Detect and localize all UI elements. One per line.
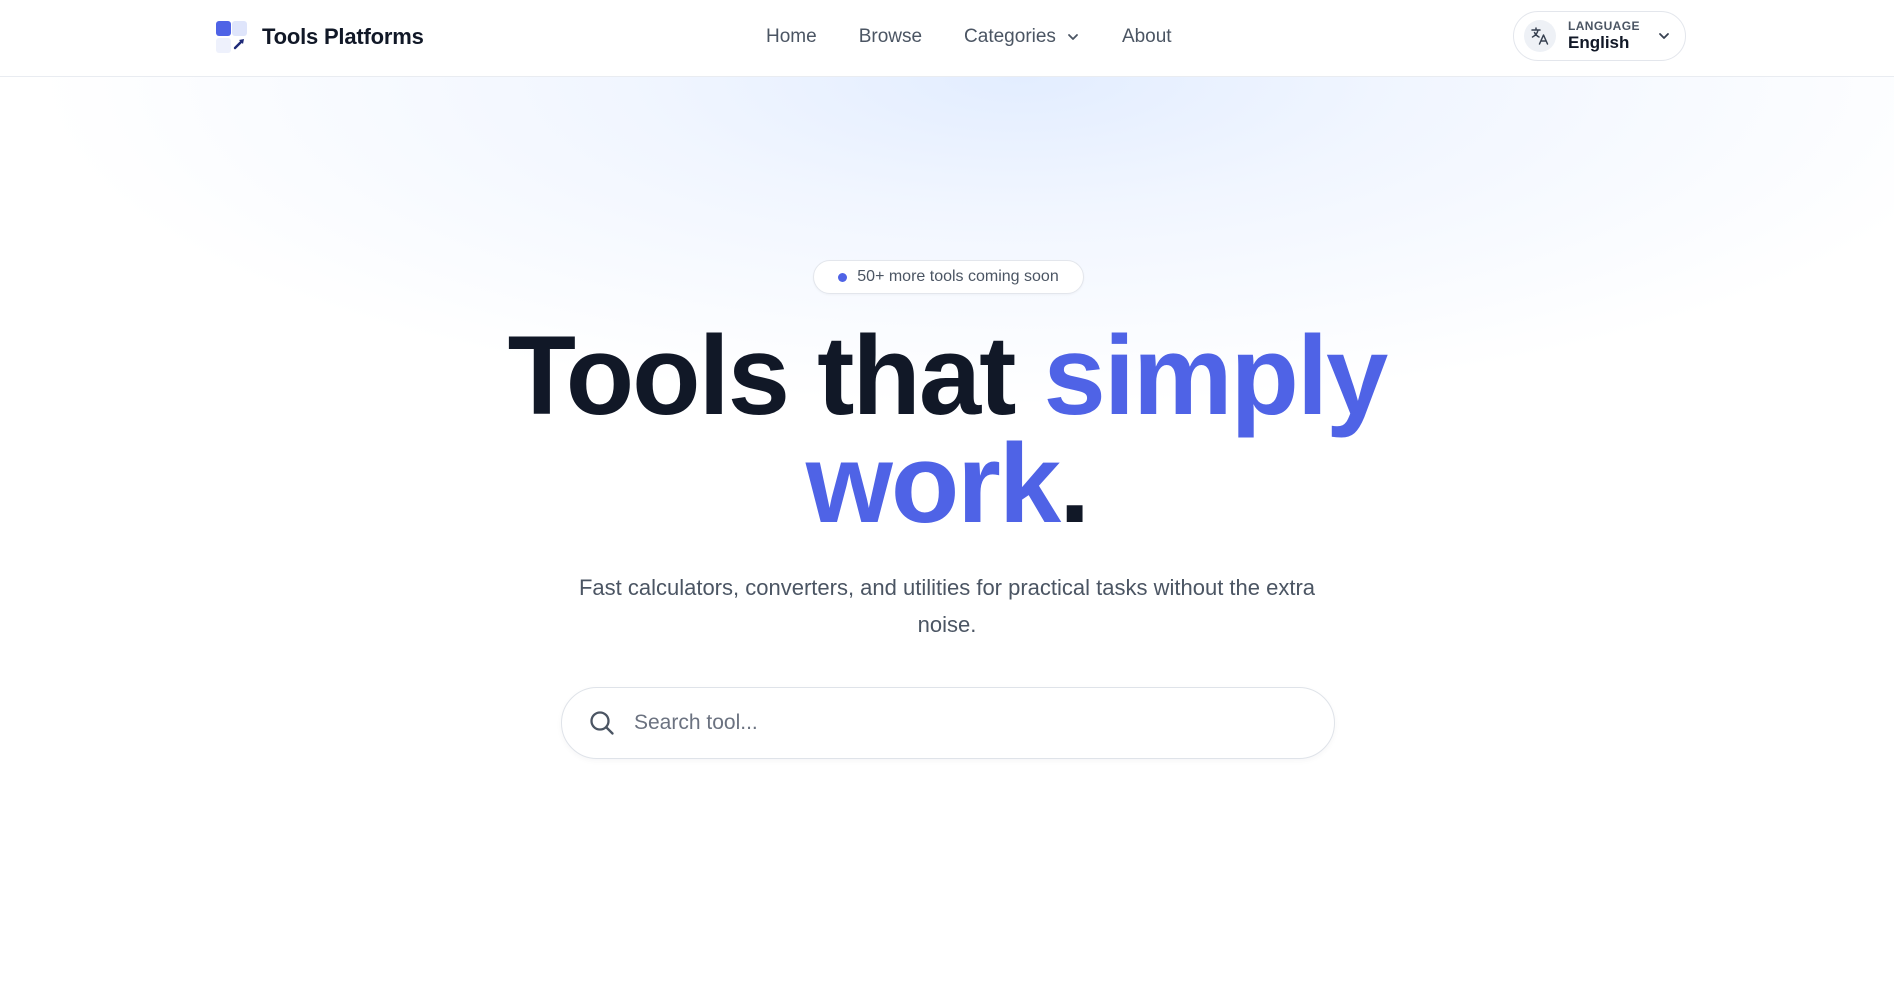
brand-name: Tools Platforms [262, 24, 424, 49]
nav-about[interactable]: About [1122, 26, 1172, 48]
nav-categories-dropdown[interactable]: Categories [964, 26, 1080, 48]
coming-soon-badge: 50+ more tools coming soon [813, 260, 1084, 294]
headline-accent-simply: simply [1043, 313, 1389, 438]
nav-browse[interactable]: Browse [859, 26, 922, 48]
headline-period: . [1059, 421, 1090, 546]
language-selector[interactable]: LANGUAGE English [1513, 11, 1686, 61]
search-icon [590, 711, 614, 735]
chevron-down-icon [1657, 29, 1671, 43]
tools-logo-icon [214, 20, 248, 54]
status-dot-icon [838, 272, 848, 282]
translate-icon [1524, 20, 1556, 52]
hero-subtitle: Fast calculators, converters, and utilit… [578, 575, 1316, 637]
site-header: Tools Platforms Home Browse Categories A… [0, 0, 1894, 77]
badge-text: 50+ more tools coming soon [857, 268, 1059, 285]
brand-logo-link[interactable]: Tools Platforms [214, 20, 424, 54]
language-text: LANGUAGE English [1568, 20, 1640, 52]
headline-part: Tools that [507, 313, 1044, 438]
search-bar [561, 687, 1335, 759]
nav-about-label: About [1121, 26, 1172, 47]
headline-accent-work: work [805, 421, 1061, 546]
language-caption: LANGUAGE [1568, 18, 1640, 33]
hero-section: 50+ more tools coming soon Tools that si… [0, 77, 1894, 982]
chevron-down-icon [1068, 34, 1078, 40]
nav-browse-label: Browse [858, 26, 923, 47]
nav-home[interactable]: Home [766, 26, 817, 48]
nav-categories-label: Categories [964, 26, 1056, 47]
main-nav: Home Browse Categories About [766, 22, 1172, 52]
language-value: English [1568, 33, 1630, 53]
search-input[interactable] [634, 711, 1308, 735]
hero-headline: Tools that simply work. [447, 320, 1447, 540]
nav-home-label: Home [766, 26, 817, 47]
